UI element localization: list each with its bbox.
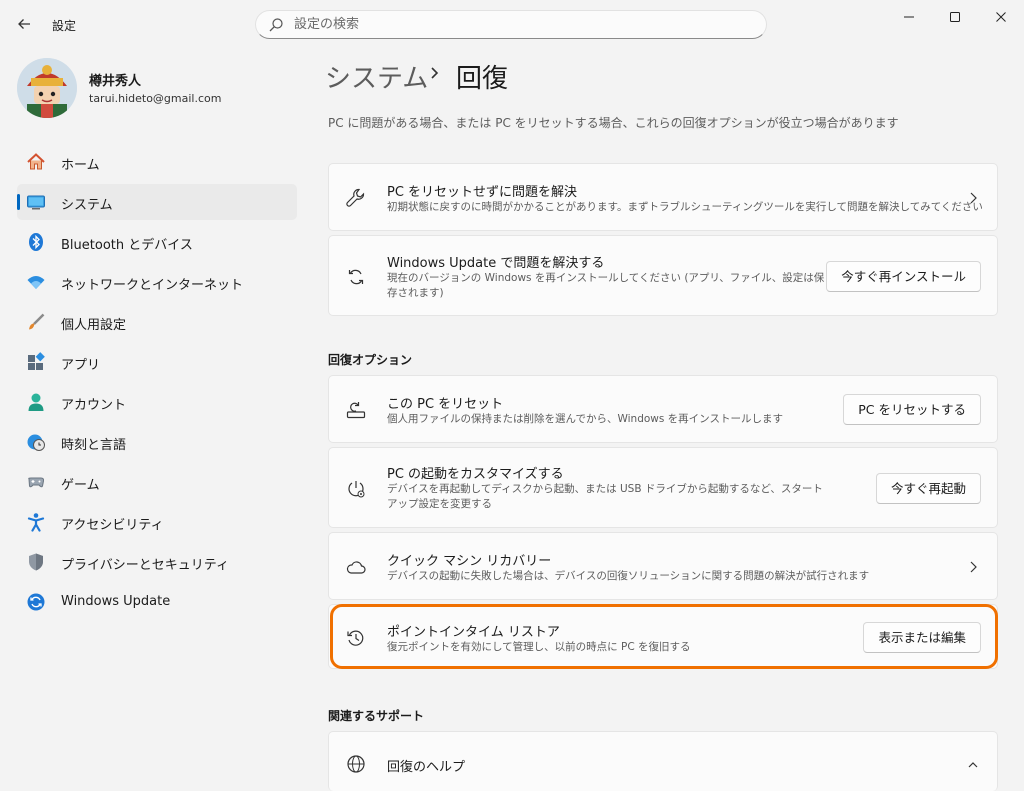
maximize-button[interactable]: [932, 0, 978, 34]
sidebar-item-privacy[interactable]: プライバシーとセキュリティ: [17, 544, 297, 580]
avatar-image-icon: [17, 58, 77, 118]
globe-icon: [347, 755, 365, 773]
reset-pc-button[interactable]: PC をリセットする: [843, 394, 981, 425]
reset-pc-icon: [346, 402, 366, 419]
chevron-right-icon: [970, 561, 977, 573]
card-subtitle: 初期状態に戻すのに時間がかかることがあります。まずトラブルシューティングツールを…: [387, 201, 983, 213]
breadcrumb: システム 回復: [325, 58, 508, 95]
wrench-icon: [346, 188, 365, 207]
card-reset-pc: この PC をリセット 個人用ファイルの保持または削除を選んでから、Window…: [328, 375, 998, 443]
card-title: PC をリセットせずに問題を解決: [387, 185, 578, 200]
maximize-icon: [950, 12, 960, 22]
shield-icon: [29, 553, 43, 571]
reinstall-now-button[interactable]: 今すぐ再インストール: [826, 261, 981, 292]
brush-icon: [29, 313, 45, 330]
sidebar-item-windows-update[interactable]: Windows Update: [17, 584, 297, 620]
system-icon: [27, 195, 45, 210]
card-fix-without-reset[interactable]: PC をリセットせずに問題を解決 初期状態に戻すのに時間がかかることがあります。…: [328, 163, 998, 231]
apps-icon: [28, 352, 45, 370]
sidebar-item-label: アクセシビリティ: [61, 518, 164, 533]
close-icon: [996, 12, 1006, 22]
card-subtitle: 個人用ファイルの保持または削除を選んでから、Windows を再インストールしま…: [387, 413, 783, 425]
sidebar-item-personalization[interactable]: 個人用設定: [17, 304, 297, 340]
wifi-icon: [27, 276, 45, 289]
sidebar-item-label: 個人用設定: [61, 318, 127, 333]
sidebar-item-label: 時刻と言語: [61, 438, 127, 453]
card-recovery-help[interactable]: 回復のヘルプ: [328, 731, 998, 791]
sidebar-item-accessibility[interactable]: アクセシビリティ: [17, 504, 297, 540]
page-description: PC に問題がある場合、または PC をリセットする場合、これらの回復オプション…: [328, 116, 899, 130]
sidebar-item-network[interactable]: ネットワークとインターネット: [17, 264, 297, 300]
sidebar-item-label: ホーム: [61, 158, 100, 173]
card-windows-update-fix: Windows Update で問題を解決する 現在のバージョンの Window…: [328, 235, 998, 316]
sidebar-item-label: プライバシーとセキュリティ: [61, 558, 229, 573]
home-icon: [27, 153, 45, 170]
page-title: 回復: [456, 64, 509, 94]
back-button[interactable]: [14, 14, 34, 34]
minimize-icon: [904, 16, 914, 18]
card-title: この PC をリセット: [387, 397, 504, 412]
minimize-button[interactable]: [886, 0, 932, 34]
sidebar-item-accounts[interactable]: アカウント: [17, 384, 297, 420]
chevron-right-icon: [970, 192, 977, 204]
card-title: PC の起動をカスタマイズする: [387, 467, 564, 482]
time-language-icon: [27, 434, 45, 451]
card-title: ポイントインタイム リストア: [387, 625, 560, 640]
view-or-edit-button[interactable]: 表示または編集: [863, 622, 981, 653]
restart-now-button[interactable]: 今すぐ再起動: [875, 473, 981, 504]
search-input[interactable]: [294, 11, 754, 38]
app-title: 設定: [52, 19, 77, 33]
active-indicator: [17, 194, 20, 210]
card-title: Windows Update で問題を解決する: [387, 256, 605, 271]
back-arrow-icon: [18, 19, 30, 29]
sidebar-item-label: Windows Update: [61, 594, 171, 609]
card-title: 回復のヘルプ: [387, 760, 466, 775]
card-point-in-time-restore: ポイントインタイム リストア 復元ポイントを有効にして管理し、以前の時点に PC…: [328, 604, 998, 669]
chevron-right-icon: [431, 67, 439, 79]
user-email: tarui.hideto@gmail.com: [89, 92, 222, 105]
sidebar-item-bluetooth[interactable]: Bluetooth とデバイス: [17, 224, 297, 260]
sidebar-item-label: システム: [61, 198, 113, 213]
update-icon: [27, 593, 45, 611]
avatar[interactable]: [17, 58, 77, 118]
sidebar-item-home[interactable]: ホーム: [17, 144, 297, 180]
sidebar-item-apps[interactable]: アプリ: [17, 344, 297, 380]
card-title: クイック マシン リカバリー: [387, 554, 552, 569]
gamepad-icon: [28, 477, 45, 488]
startup-icon: [348, 481, 365, 498]
card-quick-machine-recovery[interactable]: クイック マシン リカバリー デバイスの起動に失敗した場合は、デバイスの回復ソリ…: [328, 532, 998, 600]
search-icon: [269, 18, 283, 32]
accessibility-icon: [27, 513, 45, 532]
card-subtitle: 復元ポイントを有効にして管理し、以前の時点に PC を復旧する: [387, 641, 691, 653]
card-subtitle: デバイスを再起動してディスクから起動、または USB ドライブから起動するなど、…: [387, 483, 823, 510]
breadcrumb-parent[interactable]: システム: [325, 64, 428, 94]
chevron-up-icon: [968, 762, 978, 768]
bluetooth-icon: [29, 233, 43, 251]
card-subtitle: 現在のバージョンの Windows を再インストールしてください (アプリ、ファ…: [387, 272, 825, 299]
sidebar-item-system[interactable]: システム: [17, 184, 297, 220]
sidebar-item-label: ネットワークとインターネット: [61, 278, 244, 293]
section-title-recovery: 回復オプション: [328, 353, 413, 367]
title-bar: 設定: [0, 0, 1024, 48]
sidebar-item-time-language[interactable]: 時刻と言語: [17, 424, 297, 460]
sync-icon: [348, 269, 364, 285]
cloud-icon: [346, 561, 366, 574]
card-custom-startup: PC の起動をカスタマイズする デバイスを再起動してディスクから起動、または U…: [328, 447, 998, 528]
sidebar-item-label: ゲーム: [61, 478, 100, 493]
sidebar-item-label: アプリ: [61, 358, 101, 373]
search-box[interactable]: [255, 10, 767, 39]
user-name: 樽井秀人: [89, 74, 142, 89]
account-icon: [28, 393, 44, 411]
history-icon: [347, 630, 364, 646]
sidebar-item-label: アカウント: [61, 398, 127, 413]
section-title-support: 関連するサポート: [328, 709, 425, 723]
card-subtitle: デバイスの起動に失敗した場合は、デバイスの回復ソリューションに関する問題の解決が…: [387, 570, 870, 582]
sidebar-item-label: Bluetooth とデバイス: [61, 238, 193, 253]
close-button[interactable]: [978, 0, 1024, 34]
sidebar-item-gaming[interactable]: ゲーム: [17, 464, 297, 500]
